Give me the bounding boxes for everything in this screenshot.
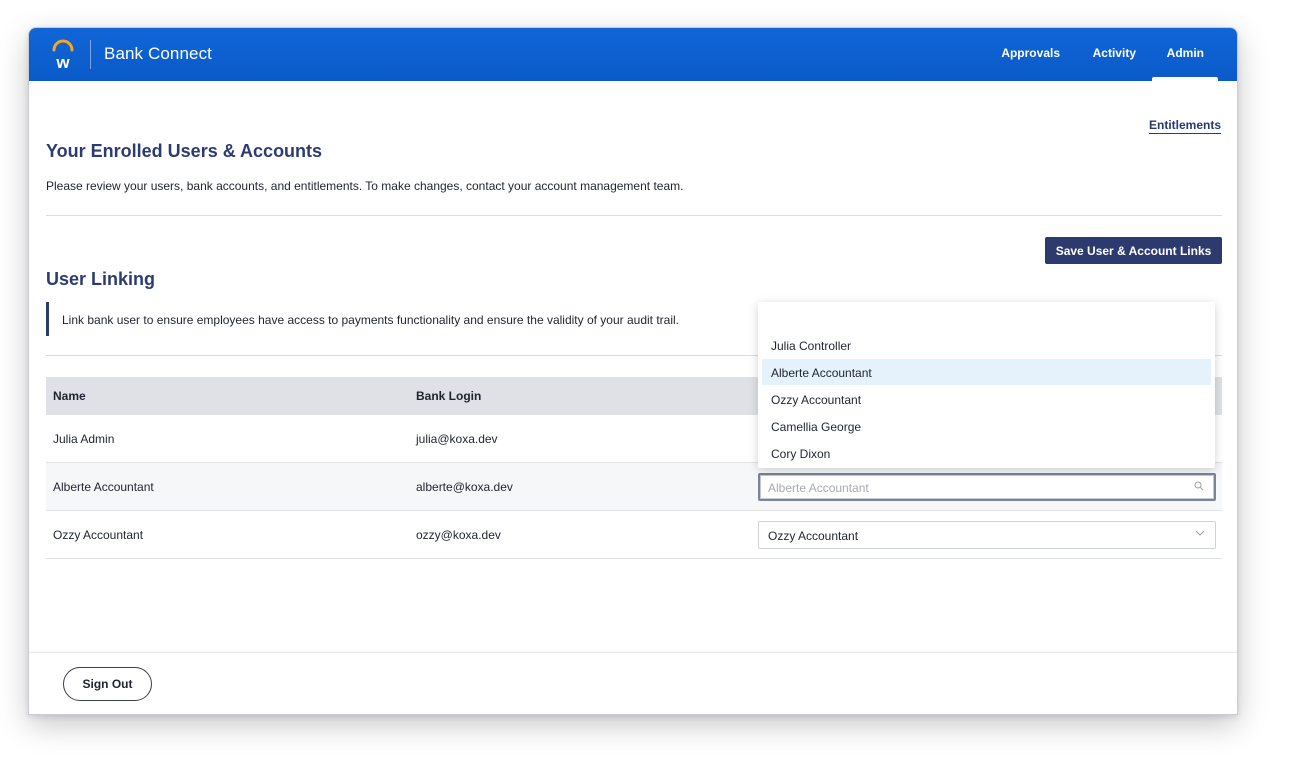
linked-user-select[interactable]: Ozzy Accountant <box>758 521 1216 549</box>
search-icon <box>1194 481 1204 491</box>
linked-user-dropdown-list: Julia Controller Alberte Accountant Ozzy… <box>758 302 1215 468</box>
dropdown-option[interactable]: Ozzy Accountant <box>762 386 1211 412</box>
enrolled-description: Please review your users, bank accounts,… <box>46 179 684 193</box>
svg-text:w: w <box>55 53 70 71</box>
active-tab-indicator <box>1152 77 1218 81</box>
save-user-account-links-button[interactable]: Save User & Account Links <box>1045 237 1222 264</box>
nav-approvals[interactable]: Approvals <box>1001 46 1060 60</box>
linked-user-placeholder: Alberte Accountant <box>768 481 869 495</box>
row-name: Julia Admin <box>53 432 115 446</box>
row-bank-login: alberte@koxa.dev <box>416 480 513 494</box>
dropdown-option[interactable]: Julia Controller <box>762 332 1211 358</box>
nav-activity[interactable]: Activity <box>1093 46 1136 60</box>
linked-user-search-input[interactable]: Alberte Accountant <box>758 473 1216 501</box>
nav-admin[interactable]: Admin <box>1167 46 1204 60</box>
entitlements-link[interactable]: Entitlements <box>1148 118 1221 134</box>
dropdown-option[interactable]: Camellia George <box>762 413 1211 439</box>
table-row: Ozzy Accountant ozzy@koxa.dev Ozzy Accou… <box>46 511 1222 559</box>
row-bank-login: ozzy@koxa.dev <box>416 528 501 542</box>
enrolled-section-title: Your Enrolled Users & Accounts <box>46 141 323 161</box>
row-name: Alberte Accountant <box>53 480 154 494</box>
footer: Sign Out <box>29 652 1237 714</box>
row-bank-login: julia@koxa.dev <box>416 432 498 446</box>
dropdown-option-highlighted[interactable]: Alberte Accountant <box>762 359 1211 385</box>
section-divider <box>46 215 1222 216</box>
user-linking-title: User Linking <box>46 269 156 289</box>
workday-logo-icon[interactable]: w <box>49 39 77 71</box>
user-linking-callout: Link bank user to ensure employees have … <box>46 302 679 336</box>
row-name: Ozzy Accountant <box>53 528 144 542</box>
column-header-name: Name <box>53 389 86 403</box>
app-title: Bank Connect <box>104 44 212 63</box>
sign-out-button[interactable]: Sign Out <box>63 667 152 701</box>
app-window: w Bank Connect Approvals Activity Admin … <box>28 27 1238 715</box>
chevron-down-icon <box>1195 530 1205 536</box>
brand-divider <box>90 40 91 69</box>
table-row: Alberte Accountant alberte@koxa.dev Albe… <box>46 463 1222 511</box>
top-navigation-bar: w Bank Connect Approvals Activity Admin <box>29 28 1237 81</box>
dropdown-option[interactable]: Cory Dixon <box>762 440 1211 466</box>
column-header-bank-login: Bank Login <box>416 389 482 403</box>
linked-user-value: Ozzy Accountant <box>768 529 859 543</box>
